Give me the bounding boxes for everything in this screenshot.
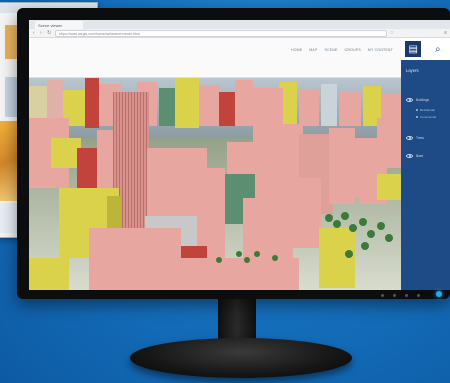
arrow-left-icon[interactable]: ‹ bbox=[33, 31, 38, 36]
layer-label: Trees bbox=[416, 136, 425, 140]
monitor-button[interactable] bbox=[405, 294, 408, 297]
search-icon[interactable]: ⌕ bbox=[430, 41, 446, 57]
browser-tab[interactable]: Scene viewer bbox=[35, 21, 83, 29]
reload-icon[interactable]: ↻ bbox=[47, 31, 52, 36]
sublayer-label: Residential bbox=[420, 108, 435, 112]
monitor-controls bbox=[381, 294, 420, 297]
layer-label: Base bbox=[416, 154, 424, 158]
sublayer-item[interactable]: Residential bbox=[416, 108, 435, 112]
panel-toolbar: ▤ ⌕ bbox=[401, 38, 450, 60]
panel-title: Layers bbox=[406, 68, 419, 73]
monitor: Scene viewer ‹ › ↻ https://www.arcgis.co… bbox=[17, 8, 450, 299]
monitor-button[interactable] bbox=[381, 294, 384, 297]
nav-item-groups[interactable]: GROUPS bbox=[345, 48, 361, 52]
app-nav: HOME MAP SCENE GROUPS MY CONTENT bbox=[291, 48, 393, 52]
sublayer-label: Commercial bbox=[420, 115, 437, 119]
nav-item-scene[interactable]: SCENE bbox=[324, 48, 337, 52]
monitor-bezel bbox=[17, 289, 450, 299]
layer-item[interactable]: Buildings bbox=[406, 98, 429, 102]
monitor-button[interactable] bbox=[417, 294, 420, 297]
monitor-base bbox=[130, 338, 352, 378]
layer-item[interactable]: Trees bbox=[406, 136, 424, 140]
star-icon[interactable]: ☆ bbox=[390, 30, 394, 36]
dot-icon bbox=[416, 109, 418, 111]
monitor-button[interactable] bbox=[393, 294, 396, 297]
eye-icon[interactable] bbox=[406, 98, 413, 102]
3d-scene-view[interactable] bbox=[29, 78, 401, 290]
nav-item-my-content[interactable]: MY CONTENT bbox=[368, 48, 393, 52]
layer-label: Buildings bbox=[416, 98, 429, 102]
nav-item-home[interactable]: HOME bbox=[291, 48, 302, 52]
browser-tabbar: Scene viewer bbox=[29, 20, 450, 29]
address-bar[interactable]: https://www.arcgis.com/home/webscene/vie… bbox=[55, 30, 387, 37]
app-header: HOME MAP SCENE GROUPS MY CONTENT bbox=[29, 38, 401, 78]
city-scene bbox=[29, 78, 401, 290]
power-led-icon[interactable] bbox=[436, 291, 442, 297]
dot-icon bbox=[416, 116, 418, 118]
monitor-screen: Scene viewer ‹ › ↻ https://www.arcgis.co… bbox=[29, 20, 450, 290]
eye-icon[interactable] bbox=[406, 154, 413, 158]
layer-item[interactable]: Base bbox=[406, 154, 423, 158]
layers-panel: ▤ ⌕ Layers Buildings Residential Commerc… bbox=[401, 38, 450, 290]
menu-icon[interactable]: ≡ bbox=[444, 30, 447, 36]
nav-item-map[interactable]: MAP bbox=[309, 48, 317, 52]
layers-icon[interactable]: ▤ bbox=[405, 41, 422, 57]
arrow-right-icon[interactable]: › bbox=[40, 31, 45, 36]
eye-icon[interactable] bbox=[406, 136, 413, 140]
browser-toolbar: ‹ › ↻ https://www.arcgis.com/home/websce… bbox=[29, 29, 450, 38]
sublayer-item[interactable]: Commercial bbox=[416, 115, 436, 119]
